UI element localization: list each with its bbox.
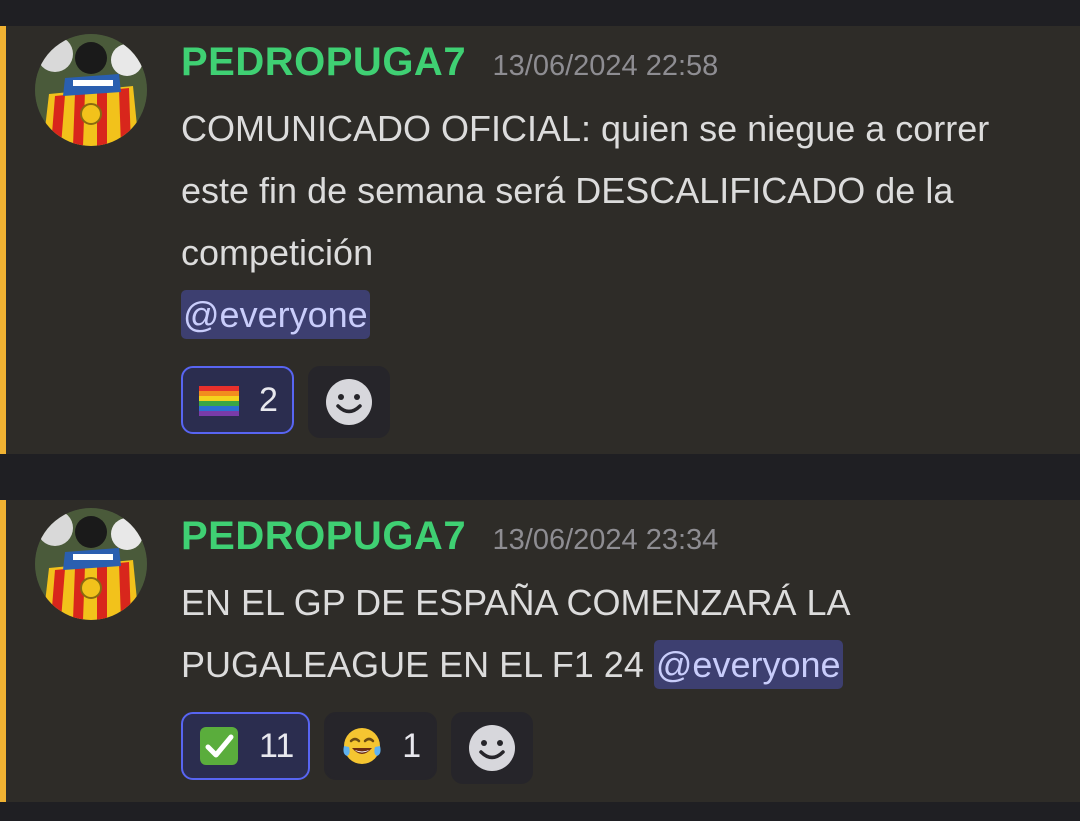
reaction-count: 2 (259, 380, 278, 419)
reactions-bar: 11 1 (181, 712, 534, 784)
message: PEDROPUGA7 13/06/2024 22:58 COMUNICADO O… (0, 26, 1080, 454)
reaction-count: 1 (402, 726, 422, 765)
message-content: COMUNICADO OFICIAL: quien se niegue a co… (181, 98, 1041, 346)
reaction-count: 11 (259, 726, 295, 765)
message: PEDROPUGA7 13/06/2024 23:34 EN EL GP DE … (0, 500, 1080, 802)
mention-everyone[interactable]: @everyone (181, 290, 370, 339)
message-text: COMUNICADO OFICIAL: quien se niegue a co… (181, 108, 990, 273)
reaction-rainbow-flag[interactable]: 2 (181, 366, 294, 434)
message-content: EN EL GP DE ESPAÑA COMENZARÁ LA PUGALEAG… (181, 572, 1041, 696)
add-reaction-button[interactable] (451, 712, 534, 784)
author-name[interactable]: PEDROPUGA7 (181, 514, 466, 558)
mention-everyone[interactable]: @everyone (653, 640, 843, 689)
rainbow-flag-icon (199, 386, 239, 416)
reactions-bar: 2 (181, 366, 390, 438)
reaction-check-mark[interactable]: 11 (181, 712, 311, 780)
message-header: PEDROPUGA7 13/06/2024 22:58 (181, 40, 718, 90)
add-reaction-button[interactable] (307, 366, 390, 438)
author-name[interactable]: PEDROPUGA7 (181, 40, 466, 84)
tears-of-joy-icon (343, 728, 381, 764)
avatar[interactable] (35, 508, 147, 620)
timestamp: 13/06/2024 22:58 (492, 50, 719, 82)
check-mark-icon (200, 727, 238, 765)
smiley-add-icon (325, 379, 372, 425)
reaction-tears-of-joy[interactable]: 1 (324, 712, 438, 780)
message-header: PEDROPUGA7 13/06/2024 23:34 (181, 514, 718, 564)
timestamp: 13/06/2024 23:34 (492, 524, 719, 556)
smiley-add-icon (469, 725, 516, 771)
avatar-image (35, 34, 147, 146)
avatar-image (35, 508, 147, 620)
avatar[interactable] (35, 34, 147, 146)
